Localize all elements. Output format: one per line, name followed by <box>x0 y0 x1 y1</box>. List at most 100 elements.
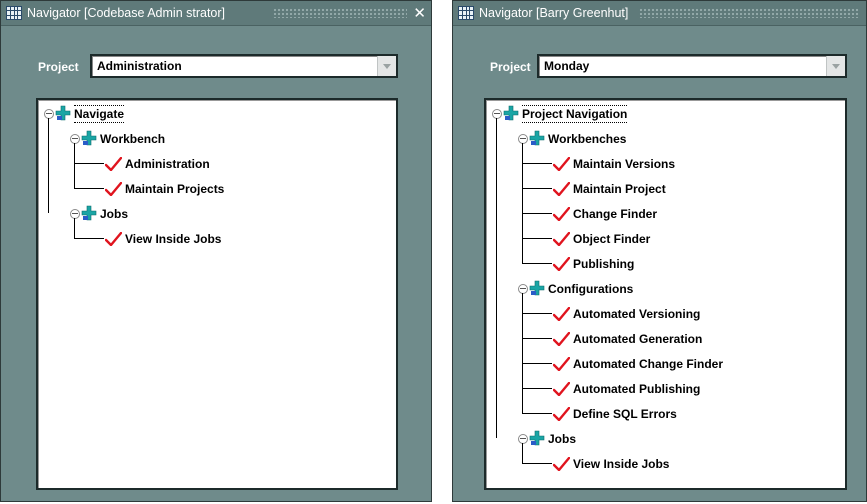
collapse-toggle-icon[interactable] <box>492 109 502 119</box>
tree-item-label: Change Finder <box>573 207 658 221</box>
tree-item[interactable]: Change Finder <box>486 204 845 224</box>
teal-plus-icon <box>81 130 97 146</box>
tree-connector <box>74 218 75 239</box>
tree-connector <box>522 143 523 264</box>
project-label: Project <box>490 60 531 74</box>
teal-plus-icon <box>529 130 545 146</box>
title-grip <box>273 8 407 18</box>
red-check-icon <box>104 181 123 197</box>
collapse-toggle-icon[interactable] <box>518 134 528 144</box>
red-check-icon <box>552 306 571 322</box>
tree-group[interactable]: Configurations <box>486 279 845 299</box>
teal-plus-icon <box>55 105 71 121</box>
tree-group[interactable]: Workbenches <box>486 129 845 149</box>
tree-connector <box>522 313 552 314</box>
tree-item-label: Automated Versioning <box>573 307 701 321</box>
tree-item-label: Publishing <box>573 257 635 271</box>
tree-item[interactable]: Object Finder <box>486 229 845 249</box>
red-check-icon <box>552 406 571 422</box>
tree-connector <box>74 188 104 189</box>
tree-connector <box>48 118 49 213</box>
project-label: Project <box>38 60 79 74</box>
navigator-window-barry: Navigator [Barry Greenhut] Project Monda… <box>452 0 867 502</box>
tree-root-label: Project Navigation <box>522 105 628 123</box>
red-check-icon <box>552 356 571 372</box>
tree-group-label: Configurations <box>548 282 634 296</box>
tree-item[interactable]: Publishing <box>486 254 845 274</box>
red-check-icon <box>552 256 571 272</box>
tree-item[interactable]: View Inside Jobs <box>486 454 845 474</box>
window-title: Navigator [Barry Greenhut] <box>479 6 629 20</box>
tree-item[interactable]: Maintain Project <box>486 179 845 199</box>
tree-item-label: Object Finder <box>573 232 651 246</box>
title-bar[interactable]: Navigator [Barry Greenhut] <box>453 1 866 26</box>
collapse-toggle-icon[interactable] <box>70 209 80 219</box>
tree-item[interactable]: Maintain Projects <box>38 179 396 199</box>
red-check-icon <box>552 456 571 472</box>
red-check-icon <box>552 206 571 222</box>
project-select-value: Administration <box>97 59 182 73</box>
tree-group[interactable]: Workbench <box>38 129 396 149</box>
teal-plus-icon <box>81 205 97 221</box>
tree-item[interactable]: View Inside Jobs <box>38 229 396 249</box>
tree-item[interactable]: Administration <box>38 154 396 174</box>
tree-group-label: Workbenches <box>548 132 627 146</box>
tree-connector <box>522 213 552 214</box>
tree-group-label: Workbench <box>100 132 166 146</box>
tree-connector <box>522 413 552 414</box>
navigation-tree: Navigate Workbench Administration Maintain … <box>36 98 398 490</box>
tree-group-label: Jobs <box>548 432 577 446</box>
tree-item-label: Automated Generation <box>573 332 703 346</box>
red-check-icon <box>552 181 571 197</box>
project-select[interactable]: Administration <box>90 54 398 78</box>
tree-connector <box>522 293 523 414</box>
tree-item-label: Maintain Versions <box>573 157 676 171</box>
tree-item[interactable]: Automated Versioning <box>486 304 845 324</box>
tree-connector <box>522 188 552 189</box>
tree-item[interactable]: Automated Generation <box>486 329 845 349</box>
red-check-icon <box>552 231 571 247</box>
grid-app-icon <box>6 6 22 20</box>
title-bar[interactable]: Navigator [Codebase Admin strator] ✕ <box>1 1 431 26</box>
tree-item-label: Automated Change Finder <box>573 357 724 371</box>
red-check-icon <box>552 156 571 172</box>
tree-root-label: Navigate <box>74 105 125 123</box>
tree-item[interactable]: Define SQL Errors <box>486 404 845 424</box>
tree-group[interactable]: Jobs <box>38 204 396 224</box>
tree-item[interactable]: Automated Change Finder <box>486 354 845 374</box>
tree-root[interactable]: Navigate <box>38 104 396 124</box>
tree-connector <box>74 163 104 164</box>
teal-plus-icon <box>529 430 545 446</box>
tree-connector <box>522 463 552 464</box>
collapse-toggle-icon[interactable] <box>70 134 80 144</box>
tree-connector <box>74 238 104 239</box>
tree-root[interactable]: Project Navigation <box>486 104 845 124</box>
tree-group[interactable]: Jobs <box>486 429 845 449</box>
collapse-toggle-icon[interactable] <box>44 109 54 119</box>
collapse-toggle-icon[interactable] <box>518 434 528 444</box>
red-check-icon <box>552 381 571 397</box>
project-select-value: Monday <box>544 59 590 73</box>
red-check-icon <box>104 156 123 172</box>
chevron-down-icon[interactable] <box>826 56 845 76</box>
navigation-tree: Project Navigation Workbenches Maintain Ve… <box>484 98 847 490</box>
tree-group-label: Jobs <box>100 207 129 221</box>
window-title: Navigator [Codebase Admin strator] <box>27 6 226 20</box>
tree-item[interactable]: Automated Publishing <box>486 379 845 399</box>
tree-connector <box>522 443 523 464</box>
close-icon[interactable]: ✕ <box>413 1 426 25</box>
tree-connector <box>522 163 552 164</box>
tree-item-label: View Inside Jobs <box>125 232 222 246</box>
tree-connector <box>522 263 552 264</box>
red-check-icon <box>104 231 123 247</box>
teal-plus-icon <box>529 280 545 296</box>
tree-item[interactable]: Maintain Versions <box>486 154 845 174</box>
project-select[interactable]: Monday <box>537 54 847 78</box>
collapse-toggle-icon[interactable] <box>518 284 528 294</box>
tree-connector <box>522 363 552 364</box>
red-check-icon <box>552 331 571 347</box>
tree-connector <box>522 238 552 239</box>
tree-item-label: Maintain Project <box>573 182 666 196</box>
chevron-down-icon[interactable] <box>377 56 396 76</box>
tree-item-label: Administration <box>125 157 210 171</box>
